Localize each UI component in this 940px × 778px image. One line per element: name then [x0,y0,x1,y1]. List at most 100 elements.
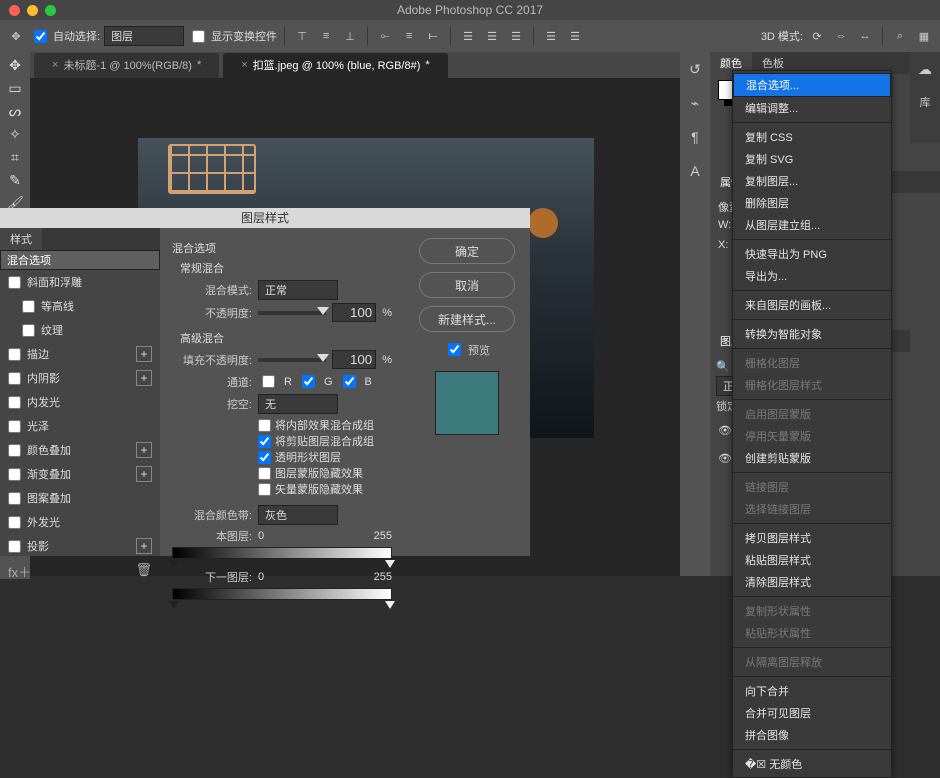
fx-enable-check[interactable] [22,324,35,337]
character-icon[interactable]: A [684,160,706,182]
opt-mask-hides-fx[interactable] [258,467,271,480]
opt-transparency-shapes[interactable] [258,451,271,464]
trash-icon[interactable]: 🗑 [135,562,152,581]
opt-clipped-blend[interactable] [258,435,271,448]
workspace-icon[interactable]: ▦ [914,26,934,46]
distribute-3-icon[interactable]: ☰ [506,26,526,46]
eyedropper-tool[interactable]: ✎ [3,170,27,190]
slide-3d-icon[interactable]: ↔ [855,26,875,46]
fx-item[interactable]: 描边+ [0,342,160,366]
fx-enable-check[interactable] [8,468,21,481]
search-icon[interactable]: ⌕ [890,26,910,46]
distribute-1-icon[interactable]: ☰ [458,26,478,46]
ok-button[interactable]: 确定 [419,238,515,264]
doc-tab-2[interactable]: ×扣篮.jpeg @ 100% (blue, RGB/8#)* [223,53,447,78]
fx-enable-check[interactable] [8,420,21,433]
add-fx-icon[interactable]: + [136,466,152,482]
menu-item[interactable]: �☒ 无颜色 [733,753,891,775]
fx-item[interactable]: 渐变叠加+ [0,462,160,486]
align-vmid-icon[interactable]: ≡ [316,26,336,46]
actions-icon[interactable]: ⌁ [684,92,706,114]
orbit-3d-icon[interactable]: ⟳ [807,26,827,46]
fill-slider[interactable] [258,358,326,362]
crop-tool[interactable]: ⌗ [3,147,27,167]
lasso-tool[interactable]: ᔕ [3,101,27,121]
styles-tab[interactable]: 样式 [0,228,42,250]
add-fx-icon[interactable]: + [136,442,152,458]
cc-library-label[interactable]: 库 [920,94,931,110]
fill-opacity-value[interactable] [332,350,376,369]
opt-interior-fx[interactable] [258,419,271,432]
fx-item[interactable]: 投影+ [0,534,160,558]
marquee-tool[interactable]: ▭ [3,78,27,98]
add-fx-icon[interactable]: + [136,346,152,362]
preview-check[interactable] [448,343,461,356]
fx-enable-check[interactable] [8,348,21,361]
add-fx-icon[interactable]: + [136,538,152,554]
fx-enable-check[interactable] [22,300,35,313]
menu-item[interactable]: 来自图层的画板... [733,294,891,316]
menu-item[interactable]: 粘贴图层样式 [733,549,891,571]
distribute-2-icon[interactable]: ☰ [482,26,502,46]
align-right-icon[interactable]: ⟝ [423,26,443,46]
menu-item[interactable]: 拼合图像 [733,724,891,746]
menu-item[interactable]: 编辑调整... [733,97,891,119]
visibility-icon[interactable]: 👁 [718,424,732,437]
channel-b[interactable] [343,375,356,388]
opacity-value[interactable] [332,303,376,322]
fx-item[interactable]: 等高线 [0,294,160,318]
fx-enable-check[interactable] [8,396,21,409]
blend-if-underlying-slider[interactable] [172,588,392,600]
fx-item[interactable]: 外发光 [0,510,160,534]
menu-item[interactable]: 快速导出为 PNG [733,243,891,265]
blend-mode-select[interactable]: 正常 [258,280,338,300]
menu-item[interactable]: 拷贝图层样式 [733,527,891,549]
menu-item[interactable]: 导出为... [733,265,891,287]
fx-enable-check[interactable] [8,516,21,529]
menu-item[interactable]: 合并可见图层 [733,702,891,724]
fx-item[interactable]: 内阴影+ [0,366,160,390]
menu-item[interactable]: 混合选项... [733,73,891,97]
blend-if-select[interactable]: 灰色 [258,505,338,525]
menu-item[interactable]: 创建剪贴蒙版 [733,447,891,469]
menu-item[interactable]: 复制 SVG [733,148,891,170]
fx-item[interactable]: 图案叠加 [0,486,160,510]
move-tool[interactable]: ✥ [3,55,27,75]
pan-3d-icon[interactable]: ⇔ [831,26,851,46]
fx-item[interactable]: 颜色叠加+ [0,438,160,462]
show-transform-check[interactable]: 显示变换控件 [188,27,277,46]
menu-item[interactable]: 复制 CSS [733,126,891,148]
fx-menu-icon[interactable]: fx＋ [8,562,31,581]
menu-item[interactable]: 向下合并 [733,680,891,702]
knockout-select[interactable]: 无 [258,394,338,414]
opacity-slider[interactable] [258,311,326,315]
fx-enable-check[interactable] [8,444,21,457]
distribute-5-icon[interactable]: ☰ [565,26,585,46]
cancel-button[interactable]: 取消 [419,272,515,298]
close-icon[interactable]: × [52,59,58,71]
channel-g[interactable] [302,375,315,388]
align-top-icon[interactable]: ⊤ [292,26,312,46]
fx-item[interactable]: 混合选项 [0,250,160,270]
paragraph-icon[interactable]: ¶ [684,126,706,148]
distribute-4-icon[interactable]: ☰ [541,26,561,46]
align-bottom-icon[interactable]: ⊥ [340,26,360,46]
menu-item[interactable]: 删除图层 [733,192,891,214]
menu-item[interactable]: 复制图层... [733,170,891,192]
history-icon[interactable]: ↺ [684,58,706,80]
fx-enable-check[interactable] [8,372,21,385]
fx-item[interactable]: 光泽 [0,414,160,438]
cc-cloud-icon[interactable]: ☁ [914,58,936,80]
fx-item[interactable]: 斜面和浮雕 [0,270,160,294]
visibility-icon[interactable]: 👁 [718,452,732,465]
add-fx-icon[interactable]: + [136,370,152,386]
fx-item[interactable]: 纹理 [0,318,160,342]
channel-r[interactable] [262,375,275,388]
align-left-icon[interactable]: ⟜ [375,26,395,46]
fx-item[interactable]: 内发光 [0,390,160,414]
new-style-button[interactable]: 新建样式... [419,306,515,332]
opt-vector-mask-hides-fx[interactable] [258,483,271,496]
auto-select-check[interactable]: 自动选择: [30,27,100,46]
fx-enable-check[interactable] [8,276,21,289]
auto-select-target[interactable]: 图层 [104,26,184,46]
